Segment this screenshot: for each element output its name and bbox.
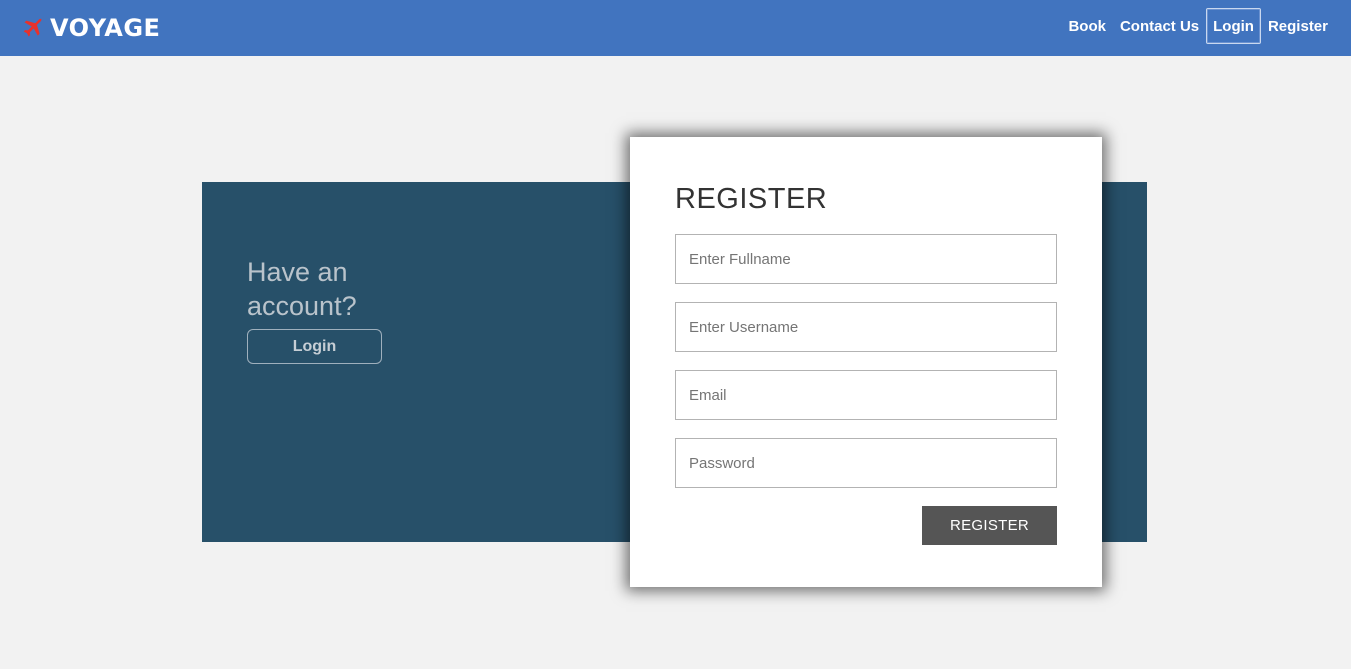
- nav-link-register[interactable]: Register: [1261, 8, 1335, 44]
- password-input[interactable]: [675, 438, 1057, 488]
- nav-links: Book Contact Us Login Register: [1061, 8, 1335, 44]
- brand-logo[interactable]: VOYAGE: [22, 14, 160, 42]
- airplane-icon: [23, 18, 42, 37]
- login-button[interactable]: Login: [247, 329, 382, 364]
- email-input[interactable]: [675, 370, 1057, 420]
- brand-name: VOYAGE: [50, 14, 161, 42]
- register-card: REGISTER REGISTER: [630, 137, 1102, 587]
- nav-link-book[interactable]: Book: [1061, 8, 1113, 44]
- username-input[interactable]: [675, 302, 1057, 352]
- have-account-text: Have an account?: [247, 257, 357, 321]
- register-title: REGISTER: [675, 183, 828, 215]
- register-submit-button[interactable]: REGISTER: [922, 506, 1057, 545]
- fullname-input[interactable]: [675, 234, 1057, 284]
- nav-link-contact-us[interactable]: Contact Us: [1113, 8, 1206, 44]
- nav-link-login[interactable]: Login: [1206, 8, 1261, 44]
- top-navbar: VOYAGE Book Contact Us Login Register: [0, 0, 1351, 56]
